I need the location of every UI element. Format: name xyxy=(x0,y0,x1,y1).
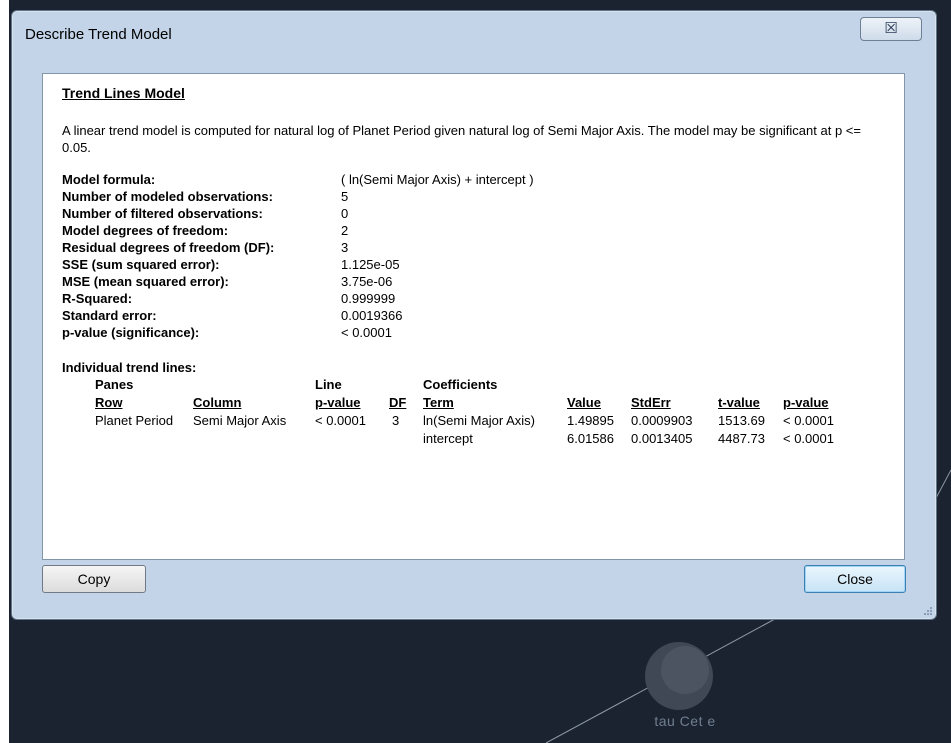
stat-label: Model formula: xyxy=(62,172,156,187)
col-header-stderr: StdErr xyxy=(631,395,671,410)
stat-label: Standard error: xyxy=(62,308,157,323)
stat-value: 5 xyxy=(341,189,349,204)
resize-grip-icon[interactable] xyxy=(923,606,933,616)
stat-value: 0.0019366 xyxy=(341,308,403,323)
stat-label: Residual degrees of freedom (DF): xyxy=(62,240,275,255)
planet-label: tau Cet e xyxy=(654,713,716,729)
cell-term: ln(Semi Major Axis) xyxy=(423,413,535,428)
col-header-line-pvalue: p-value xyxy=(315,395,361,410)
close-button[interactable]: Close xyxy=(804,565,906,593)
col-header-tvalue: t-value xyxy=(718,395,760,410)
stat-value: 3 xyxy=(341,240,349,255)
stat-value: 2 xyxy=(341,223,349,238)
cell-df: 3 xyxy=(392,413,400,428)
col-header-pvalue: p-value xyxy=(783,395,829,410)
cell-value: 1.49895 xyxy=(567,413,614,428)
stat-label: Number of modeled observations: xyxy=(62,189,273,204)
dialog-title: Describe Trend Model xyxy=(25,26,172,43)
cell-line-pvalue: < 0.0001 xyxy=(315,413,366,428)
stat-value: 3.75e-06 xyxy=(341,274,393,289)
stat-value: < 0.0001 xyxy=(341,325,392,340)
col-header-value: Value xyxy=(567,395,601,410)
col-header-row: Row xyxy=(95,395,123,410)
cell-stderr: 0.0013405 xyxy=(631,431,693,446)
stat-label: SSE (sum squared error): xyxy=(62,257,220,272)
cell-tvalue: 1513.69 xyxy=(718,413,765,428)
stat-value: 0 xyxy=(341,206,349,221)
stat-value: 1.125e-05 xyxy=(341,257,400,272)
report-panel: Trend Lines Model A linear trend model i… xyxy=(42,73,905,560)
copy-button[interactable]: Copy xyxy=(42,565,146,593)
col-header-term: Term xyxy=(423,395,454,410)
close-window-icon[interactable]: ☒ xyxy=(860,17,922,41)
group-header-coefficients: Coefficients xyxy=(423,377,498,392)
stat-label: R-Squared: xyxy=(62,291,133,306)
cell-tvalue: 4487.73 xyxy=(718,431,765,446)
report-description: A linear trend model is computed for nat… xyxy=(62,123,861,155)
cell-value: 6.01586 xyxy=(567,431,614,446)
col-header-df: DF xyxy=(389,395,407,410)
cell-term: intercept xyxy=(423,431,473,446)
describe-trend-model-dialog: Describe Trend Model ☒ Trend Lines Model… xyxy=(11,10,937,620)
cell-pvalue: < 0.0001 xyxy=(783,431,834,446)
stat-value: 0.999999 xyxy=(341,291,396,306)
planet-highlight xyxy=(661,646,709,694)
individual-trend-lines-heading: Individual trend lines: xyxy=(62,360,197,375)
col-header-column: Column xyxy=(193,395,242,410)
stat-label: Number of filtered observations: xyxy=(62,206,263,221)
stat-label: Model degrees of freedom: xyxy=(62,223,229,238)
stat-value: ( ln(Semi Major Axis) + intercept ) xyxy=(341,172,534,187)
cell-row: Planet Period xyxy=(95,413,174,428)
cell-column: Semi Major Axis xyxy=(193,413,287,428)
cell-pvalue: < 0.0001 xyxy=(783,413,834,428)
report-heading: Trend Lines Model xyxy=(62,85,185,101)
stat-label: p-value (significance): xyxy=(62,325,200,340)
stat-label: MSE (mean squared error): xyxy=(62,274,229,289)
group-header-panes: Panes xyxy=(95,377,134,392)
group-header-line: Line xyxy=(315,377,342,392)
cell-stderr: 0.0009903 xyxy=(631,413,693,428)
